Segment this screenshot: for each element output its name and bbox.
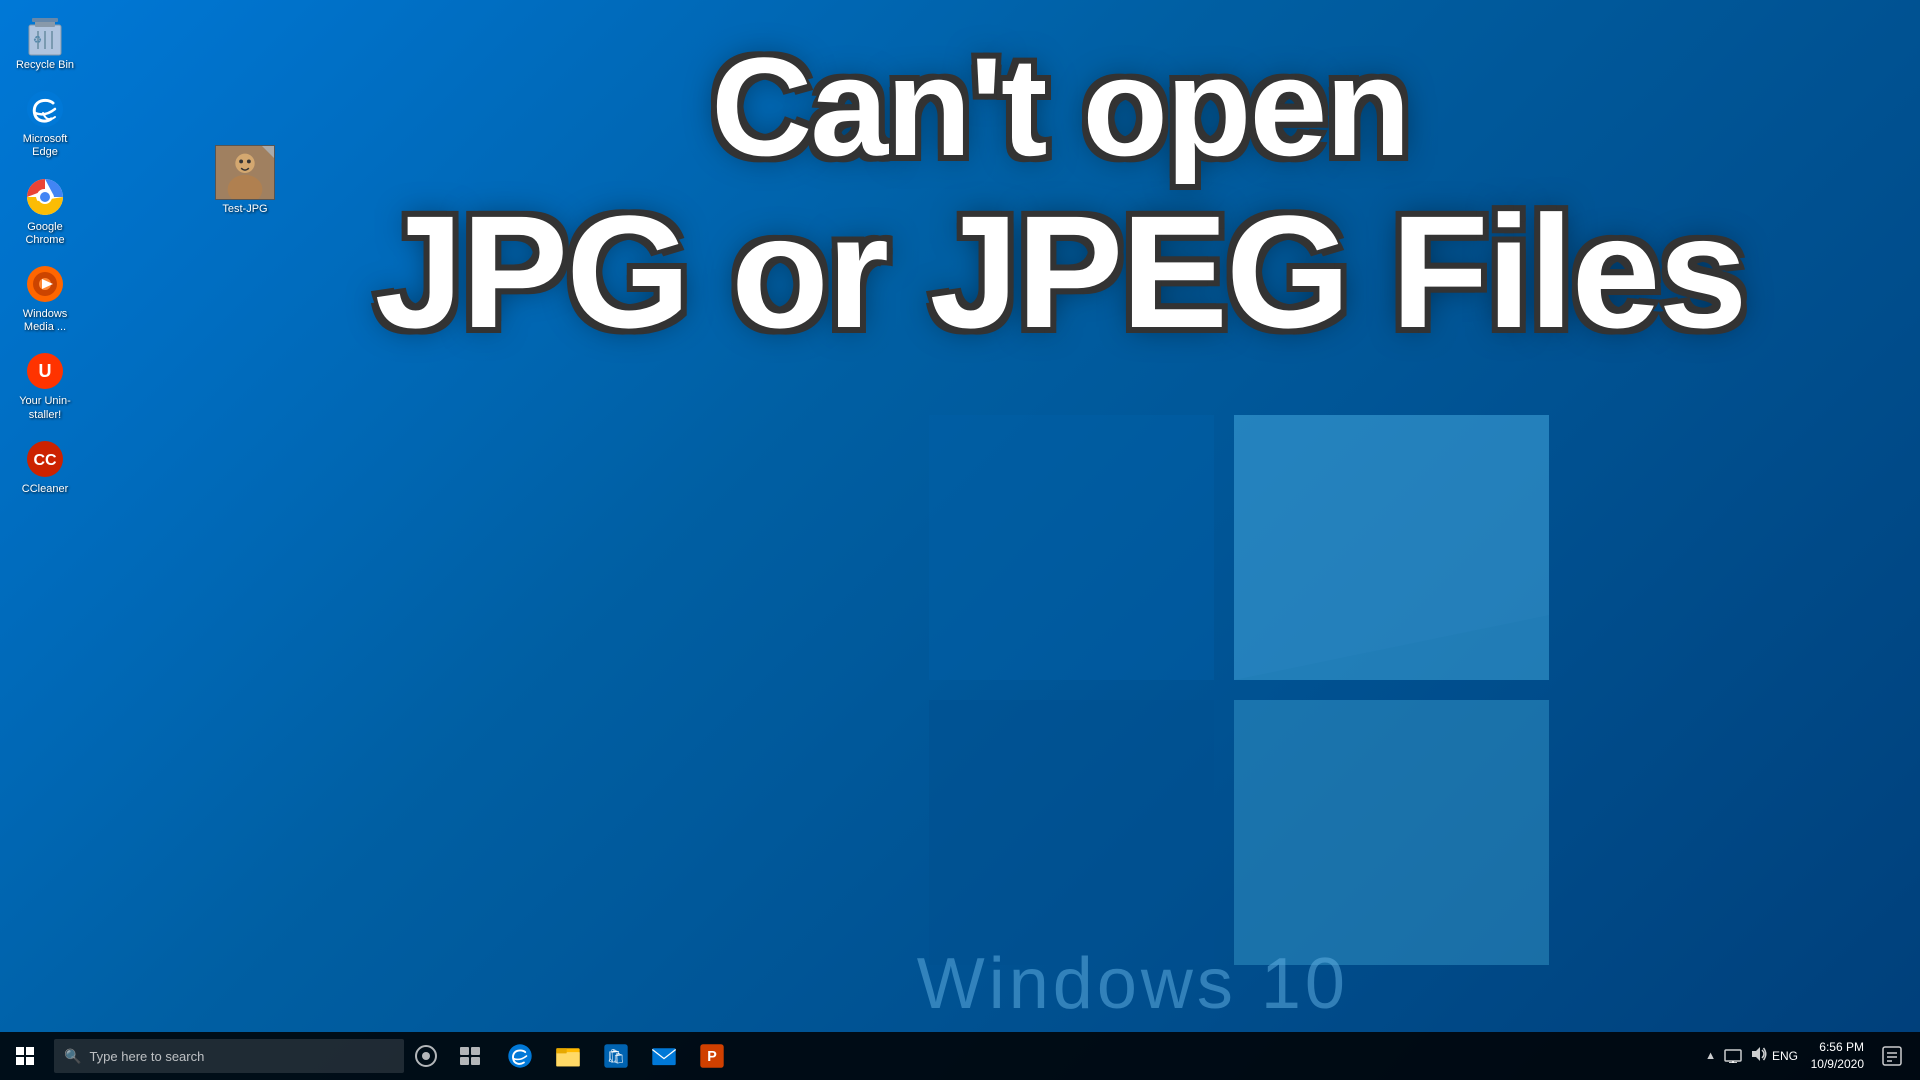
language-indicator[interactable]: ENG [1768, 1049, 1802, 1063]
taskbar-app-store[interactable]: 🛍 [592, 1032, 640, 1080]
svg-text:♻: ♻ [33, 35, 42, 46]
cortana-icon [415, 1045, 437, 1067]
taskbar-app-mail[interactable] [640, 1032, 688, 1080]
taskbar: 🔍 Type here to search [0, 1032, 1920, 1080]
svg-text:🛍: 🛍 [607, 1048, 625, 1065]
edge-label: Microsoft Edge [9, 133, 81, 159]
windows-logo-watermark [929, 415, 1549, 1000]
clock-date: 10/9/2020 [1811, 1056, 1864, 1073]
desktop-icon-chrome[interactable]: Google Chrome [5, 172, 85, 251]
recycle-bin-label: Recycle Bin [16, 59, 74, 72]
start-logo [16, 1047, 34, 1065]
uninstaller-label: Your Unin-staller! [9, 395, 81, 421]
headline-text: Can't open JPG or JPEG Files [200, 30, 1920, 360]
tray-icons [1724, 1045, 1768, 1068]
taskbar-app-file-explorer[interactable] [544, 1032, 592, 1080]
desktop-icons-container: ♻ Recycle Bin Microsoft Edge [5, 10, 85, 500]
taskbar-app-powerpoint[interactable]: P [688, 1032, 736, 1080]
search-placeholder-text: Type here to search [89, 1049, 204, 1064]
system-tray: ▲ [1697, 1050, 1724, 1062]
win-pane-3 [16, 1057, 24, 1065]
tray-network-icon[interactable] [1724, 1045, 1742, 1068]
headline-line2: JPG or JPEG Files [200, 184, 1920, 360]
win-pane-4 [26, 1057, 34, 1065]
search-icon: 🔍 [64, 1048, 81, 1065]
cortana-button[interactable] [404, 1032, 448, 1080]
tray-expand-arrow[interactable]: ▲ [1705, 1050, 1716, 1062]
taskbar-right: ▲ ENG 6:56 PM 10 [1697, 1032, 1920, 1080]
desktop-icon-edge[interactable]: Microsoft Edge [5, 84, 85, 163]
win-pane-1 [16, 1047, 24, 1055]
chrome-label: Google Chrome [9, 221, 81, 247]
start-button[interactable] [0, 1032, 50, 1080]
clock-time: 6:56 PM [1819, 1039, 1864, 1056]
edge-icon [24, 88, 66, 130]
taskbar-apps: 🛍 P [496, 1032, 736, 1080]
taskbar-app-edge[interactable] [496, 1032, 544, 1080]
chrome-icon [24, 176, 66, 218]
headline-line1: Can't open [711, 28, 1409, 185]
uninstaller-icon: U [24, 350, 66, 392]
desktop-icon-ccleaner[interactable]: CC CCleaner [5, 434, 85, 500]
task-view-button[interactable] [448, 1032, 492, 1080]
search-bar[interactable]: 🔍 Type here to search [54, 1039, 404, 1073]
svg-text:CC: CC [33, 452, 57, 469]
windows10-text: Windows 10 [917, 943, 1349, 1025]
desktop-icon-uninstaller[interactable]: U Your Unin-staller! [5, 346, 85, 425]
action-center-button[interactable] [1872, 1032, 1912, 1080]
ccleaner-icon: CC [24, 438, 66, 480]
win-pane-2 [26, 1047, 34, 1055]
clock[interactable]: 6:56 PM 10/9/2020 [1802, 1039, 1872, 1073]
recycle-bin-icon: ♻ [24, 14, 66, 56]
svg-text:U: U [39, 361, 52, 381]
svg-text:P: P [707, 1049, 717, 1065]
tray-volume-icon[interactable] [1750, 1045, 1768, 1068]
desktop-icon-media[interactable]: Windows Media ... [5, 259, 85, 338]
task-view-icon [459, 1046, 481, 1066]
windows-media-icon [24, 263, 66, 305]
media-label: Windows Media ... [9, 308, 81, 334]
desktop-icon-recycle-bin[interactable]: ♻ Recycle Bin [5, 10, 85, 76]
ccleaner-label: CCleaner [22, 483, 68, 496]
